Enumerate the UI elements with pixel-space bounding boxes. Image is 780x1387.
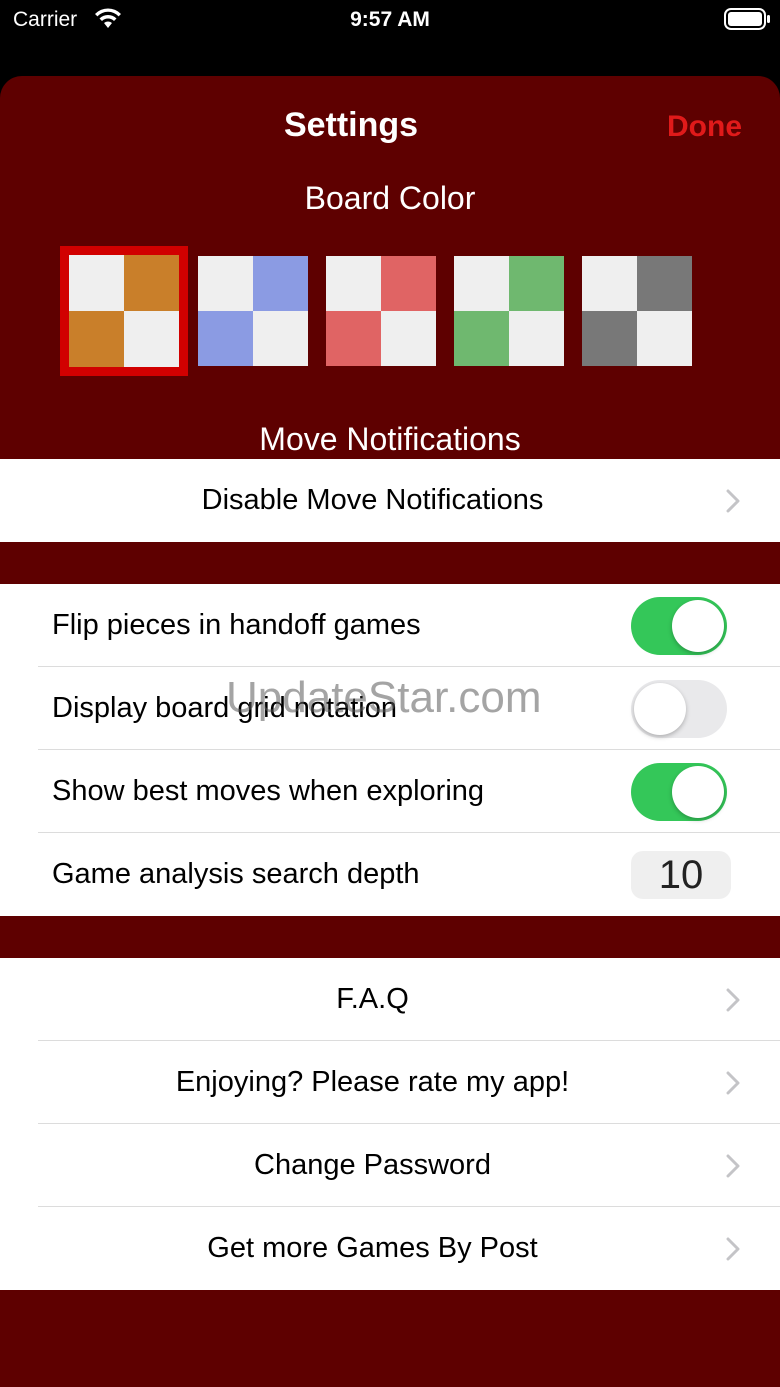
- swatch-dark-square: [124, 255, 179, 311]
- swatch-light-square: [509, 311, 564, 366]
- rate-app-row[interactable]: Enjoying? Please rate my app!: [0, 1041, 780, 1124]
- search-depth-label: Game analysis search depth: [52, 858, 420, 890]
- swatch-light-square: [381, 311, 436, 366]
- chevron-right-icon: [726, 489, 740, 513]
- toggle-knob: [634, 683, 686, 735]
- best-moves-row: Show best moves when exploring: [0, 750, 780, 833]
- board-color-header: Board Color: [304, 180, 476, 216]
- board-color-gray[interactable]: [582, 256, 692, 366]
- swatch-light-square: [253, 311, 308, 366]
- board-color-wood[interactable]: [60, 246, 188, 376]
- status-bar: Carrier 9:57 AM: [0, 0, 780, 44]
- swatch-dark-square: [509, 256, 564, 311]
- chevron-right-icon: [726, 988, 740, 1012]
- change-password-row[interactable]: Change Password: [0, 1124, 780, 1207]
- flip-pieces-label: Flip pieces in handoff games: [52, 609, 421, 641]
- done-button[interactable]: Done: [667, 110, 742, 144]
- swatch-dark-square: [582, 311, 637, 366]
- clock: 9:57 AM: [350, 8, 430, 31]
- options-group: Flip pieces in handoff games Display boa…: [0, 584, 780, 916]
- board-color-picker: [60, 246, 720, 376]
- grid-notation-row: Display board grid notation: [0, 667, 780, 750]
- grid-notation-label: Display board grid notation: [52, 692, 397, 724]
- swatch-dark-square: [69, 311, 124, 367]
- more-games-label: Get more Games By Post: [207, 1232, 538, 1264]
- swatch-light-square: [637, 311, 692, 366]
- best-moves-label: Show best moves when exploring: [52, 775, 485, 807]
- swatch-dark-square: [381, 256, 436, 311]
- swatch-dark-square: [326, 311, 381, 366]
- page-title: Settings: [283, 106, 419, 144]
- faq-label: F.A.Q: [336, 983, 409, 1015]
- swatch-light-square: [69, 255, 124, 311]
- swatch-light-square: [198, 256, 253, 311]
- chevron-right-icon: [726, 1071, 740, 1095]
- swatch-light-square: [582, 256, 637, 311]
- chevron-right-icon: [726, 1154, 740, 1178]
- search-depth-value[interactable]: 10: [631, 851, 731, 899]
- flip-pieces-row: Flip pieces in handoff games: [0, 584, 780, 667]
- disable-move-notifications-label: Disable Move Notifications: [201, 484, 544, 516]
- battery-icon: [724, 8, 770, 30]
- swatch-light-square: [124, 311, 179, 367]
- links-group: F.A.Q Enjoying? Please rate my app! Chan…: [0, 958, 780, 1290]
- swatch-light-square: [326, 256, 381, 311]
- faq-row[interactable]: F.A.Q: [0, 958, 780, 1041]
- settings-sheet: Settings Done Board Color Move Notificat…: [0, 76, 780, 1387]
- board-color-green[interactable]: [454, 256, 564, 366]
- toggle-knob: [672, 600, 724, 652]
- rate-app-label: Enjoying? Please rate my app!: [175, 1066, 570, 1098]
- notifications-group: Disable Move Notifications: [0, 459, 780, 542]
- chevron-right-icon: [726, 1237, 740, 1261]
- change-password-label: Change Password: [254, 1149, 491, 1181]
- board-color-blue[interactable]: [198, 256, 308, 366]
- swatch-dark-square: [637, 256, 692, 311]
- disable-move-notifications-row[interactable]: Disable Move Notifications: [0, 459, 780, 542]
- board-color-red[interactable]: [326, 256, 436, 366]
- grid-notation-toggle[interactable]: [631, 680, 727, 738]
- swatch-light-square: [454, 256, 509, 311]
- swatch-dark-square: [454, 311, 509, 366]
- flip-pieces-toggle[interactable]: [631, 597, 727, 655]
- search-depth-row: Game analysis search depth 10: [0, 833, 780, 916]
- best-moves-toggle[interactable]: [631, 763, 727, 821]
- swatch-dark-square: [253, 256, 308, 311]
- toggle-knob: [672, 766, 724, 818]
- swatch-dark-square: [198, 311, 253, 366]
- move-notifications-header: Move Notifications: [259, 421, 521, 457]
- more-games-row[interactable]: Get more Games By Post: [0, 1207, 780, 1290]
